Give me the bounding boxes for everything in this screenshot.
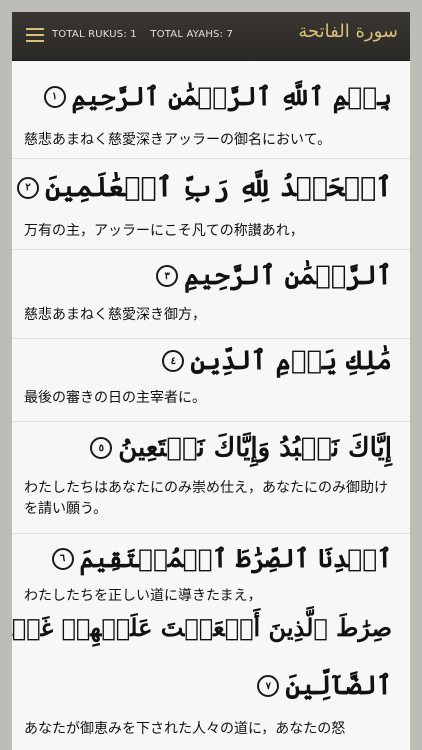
ayah-translation: 万有の主，アッラーにこそ凡ての称讃あれ， [24, 223, 304, 239]
ayah-arabic-text: ١ بِسۡمِ ٱللَّهِ ٱلرَّحۡمَٰنِ ٱلرَّحِيمِ [36, 82, 392, 111]
top-bar: TOTAL RUKUS: 1 TOTAL AYAHS: 7 سورة الفات… [12, 12, 410, 61]
ayah-translation: わたしたちはあなたにのみ崇め仕え，あなたにのみ御助けを請い願う。 [24, 480, 388, 517]
ayah-item[interactable]: ٤ مَٰلِكِ يَوۡمِ ٱلدِّينِ 最後の審きの日の主宰者に。 [12, 338, 410, 422]
total-rukus-label: TOTAL RUKUS: 1 [52, 29, 137, 40]
ayah-arabic-text-line2: ٧ ٱلضَّآلِّينَ [249, 671, 392, 701]
app-screen: TOTAL RUKUS: 1 TOTAL AYAHS: 7 سورة الفات… [12, 12, 410, 750]
ayah-arabic-text: ٥ إِيَّاكَ نَعۡبُدُ وَإِيَّاكَ نَسۡتَعِي… [82, 433, 392, 463]
ayah-translation: 最後の審きの日の主宰者に。 [24, 390, 206, 406]
ayah-item[interactable]: ٢ ٱلۡحَمۡدُ لِلَّهِ رَبِّ ٱلۡعَٰلَمِينَ … [12, 158, 410, 250]
ayah-arabic-text-line1: صِرَٰطَ ٱلَّذِينَ أَنۡعَمۡتَ عَلَيۡهِمۡ … [12, 613, 392, 642]
ayah-number-badge: ٦ [51, 547, 74, 570]
ayah-number-badge: ٣ [156, 265, 179, 287]
ayah-item[interactable]: ٣ ٱلرَّحۡمَٰنِ ٱلرَّحِيمِ 慈悲あまねく慈愛深き御方， [12, 249, 410, 339]
ayah-translation: あなたが御恵みを下された人々の道に，あなたの怒 [24, 721, 346, 737]
ayah-item[interactable]: ٥ إِيَّاكَ نَعۡبُدُ وَإِيَّاكَ نَسۡتَعِي… [12, 421, 410, 534]
ayah-arabic-text: ٤ مَٰلِكِ يَوۡمِ ٱلدِّينِ [154, 346, 392, 376]
ayah-arabic-text: ٢ ٱلۡحَمۡدُ لِلَّهِ رَبِّ ٱلۡعَٰلَمِينَ [12, 172, 392, 203]
ayah-item[interactable]: ٦ ٱهۡدِنَا ٱلصِّرَٰطَ ٱلۡمُسۡتَقِيمَ わたし… [12, 533, 410, 604]
ayah-item[interactable]: ١ بِسۡمِ ٱللَّهِ ٱلرَّحۡمَٰنِ ٱلرَّحِيمِ… [12, 60, 410, 159]
total-ayahs-label: TOTAL AYAHS: 7 [150, 29, 234, 40]
ayah-arabic-text: ٣ ٱلرَّحۡمَٰنِ ٱلرَّحِيمِ [148, 261, 392, 291]
ayah-number-badge: ١ [43, 85, 66, 108]
ayah-number-badge: ٤ [162, 350, 185, 372]
ayah-number-badge: ٧ [257, 675, 280, 697]
ayah-translation: 慈悲あまねく慈愛深きアッラーの御名において。 [24, 132, 332, 148]
ayah-list[interactable]: ١ بِسۡمِ ٱللَّهِ ٱلرَّحۡمَٰنِ ٱلرَّحِيمِ… [12, 60, 410, 750]
ayah-number-badge: ٢ [17, 176, 40, 199]
surah-meta: TOTAL RUKUS: 1 TOTAL AYAHS: 7 [52, 29, 233, 40]
ayah-translation: 慈悲あまねく慈愛深き御方， [24, 307, 206, 323]
ayah-number-badge: ٥ [90, 437, 113, 459]
surah-title: سورة الفاتحة [298, 21, 398, 42]
ayah-item[interactable]: صِرَٰطَ ٱلَّذِينَ أَنۡعَمۡتَ عَلَيۡهِمۡ … [12, 603, 410, 750]
hamburger-menu-icon[interactable] [26, 28, 44, 42]
ayah-arabic-text: ٦ ٱهۡدِنَا ٱلصِّرَٰطَ ٱلۡمُسۡتَقِيمَ [44, 544, 392, 573]
